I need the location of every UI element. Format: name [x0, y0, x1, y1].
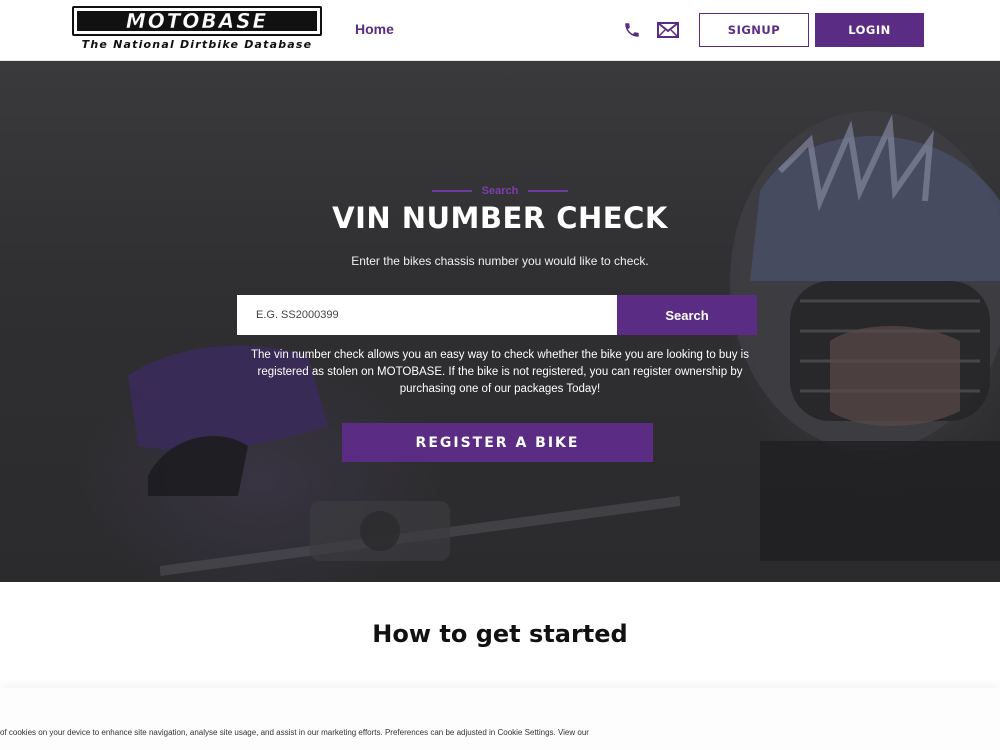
register-bike-button[interactable]: REGISTER A BIKE	[342, 423, 653, 462]
signup-button[interactable]: SIGNUP	[699, 13, 809, 47]
cookie-text: of cookies on your device to enhance sit…	[0, 728, 589, 737]
eyebrow-line-left	[431, 190, 472, 193]
phone-icon[interactable]	[621, 20, 643, 40]
logo-wordmark: MOTOBASE	[125, 9, 269, 34]
nav-home-link[interactable]: Home	[355, 21, 394, 37]
motobase-logo[interactable]: MOTOBASE The National Dirtbike Database	[72, 6, 322, 54]
eyebrow-line-right	[528, 190, 569, 193]
logo-tagline: The National Dirtbike Database	[81, 38, 313, 51]
logo-frame: MOTOBASE	[72, 6, 322, 36]
hero-banner: Search VIN NUMBER CHECK Enter the bikes …	[0, 61, 1000, 582]
search-eyebrow: Search	[0, 185, 1000, 197]
helmet-image	[730, 111, 1000, 561]
site-header: MOTOBASE The National Dirtbike Database …	[0, 0, 1000, 61]
handlebar-image	[160, 496, 680, 576]
mail-icon[interactable]	[657, 20, 679, 40]
vin-search-input[interactable]	[237, 295, 617, 335]
cookie-banner: of cookies on your device to enhance sit…	[0, 688, 1000, 750]
hero-subtitle: Enter the bikes chassis number you would…	[351, 254, 649, 268]
login-button[interactable]: LOGIN	[815, 13, 924, 47]
search-button[interactable]: Search	[617, 295, 757, 335]
section-title: How to get started	[372, 620, 628, 648]
hero-description: The vin number check allows you an easy …	[251, 349, 749, 395]
eyebrow-label: Search	[481, 185, 519, 197]
page-title: VIN NUMBER CHECK	[332, 201, 668, 235]
